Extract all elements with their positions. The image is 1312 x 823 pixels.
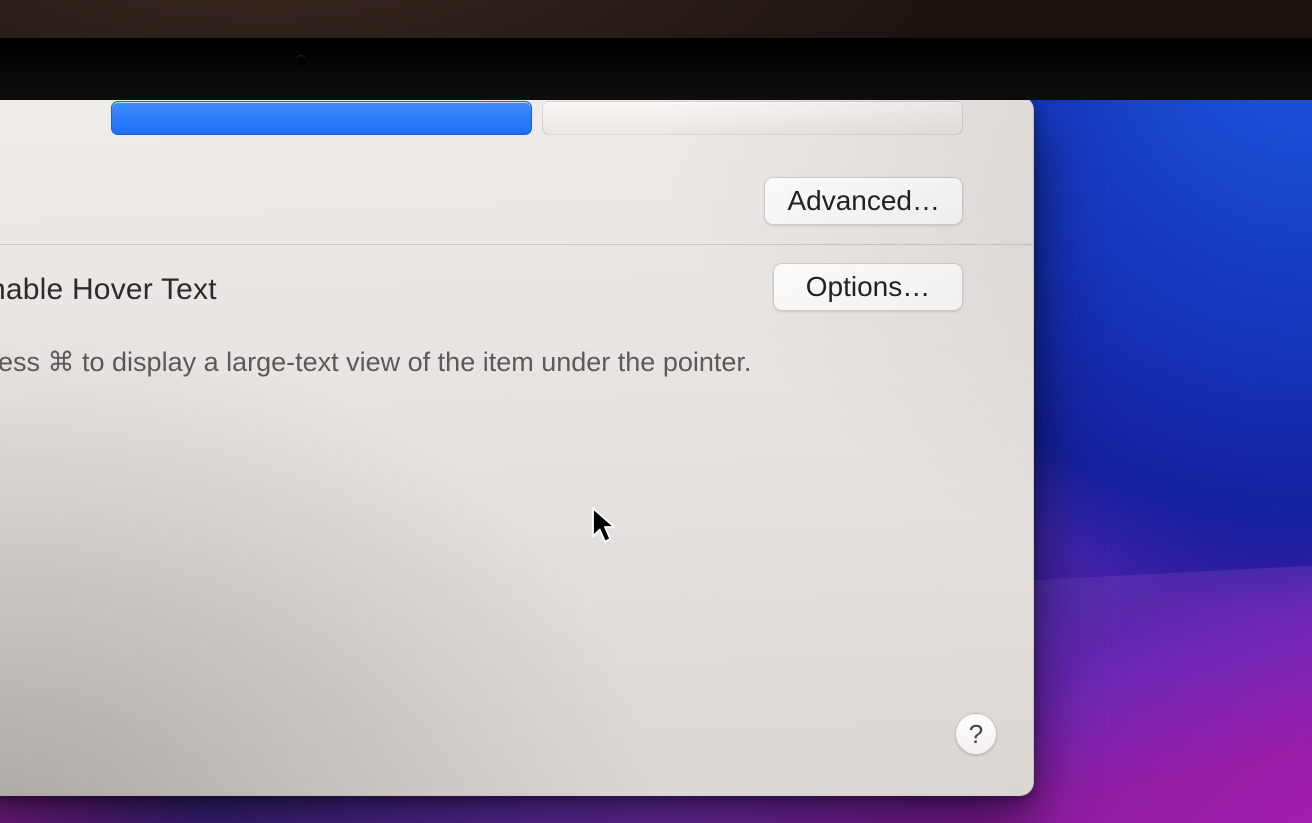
camera-dot-icon <box>296 55 306 65</box>
advanced-button[interactable]: Advanced… <box>764 177 963 225</box>
cursor-pointer-icon <box>591 507 619 547</box>
system-preferences-window: Advanced… nable Hover Text Options… ress… <box>0 100 1034 796</box>
description-suffix: to display a large-text view of the item… <box>75 347 752 377</box>
tab-segment[interactable] <box>542 101 963 135</box>
options-button[interactable]: Options… <box>773 263 963 311</box>
tab-bar <box>111 101 963 135</box>
screen-area: Advanced… nable Hover Text Options… ress… <box>0 100 1312 823</box>
hover-text-description: ress ⌘ to display a large-text view of t… <box>0 347 751 378</box>
settings-row-top: Advanced… <box>0 137 1033 245</box>
settings-row-hover-text: nable Hover Text Options… ress ⌘ to disp… <box>0 245 1033 267</box>
help-button[interactable]: ? <box>955 713 997 755</box>
monitor-bezel <box>0 38 1312 100</box>
description-prefix: ress <box>0 347 48 377</box>
tab-segment-active[interactable] <box>111 101 532 135</box>
enable-hover-text-label: nable Hover Text <box>0 273 217 307</box>
command-key-icon: ⌘ <box>48 347 75 377</box>
